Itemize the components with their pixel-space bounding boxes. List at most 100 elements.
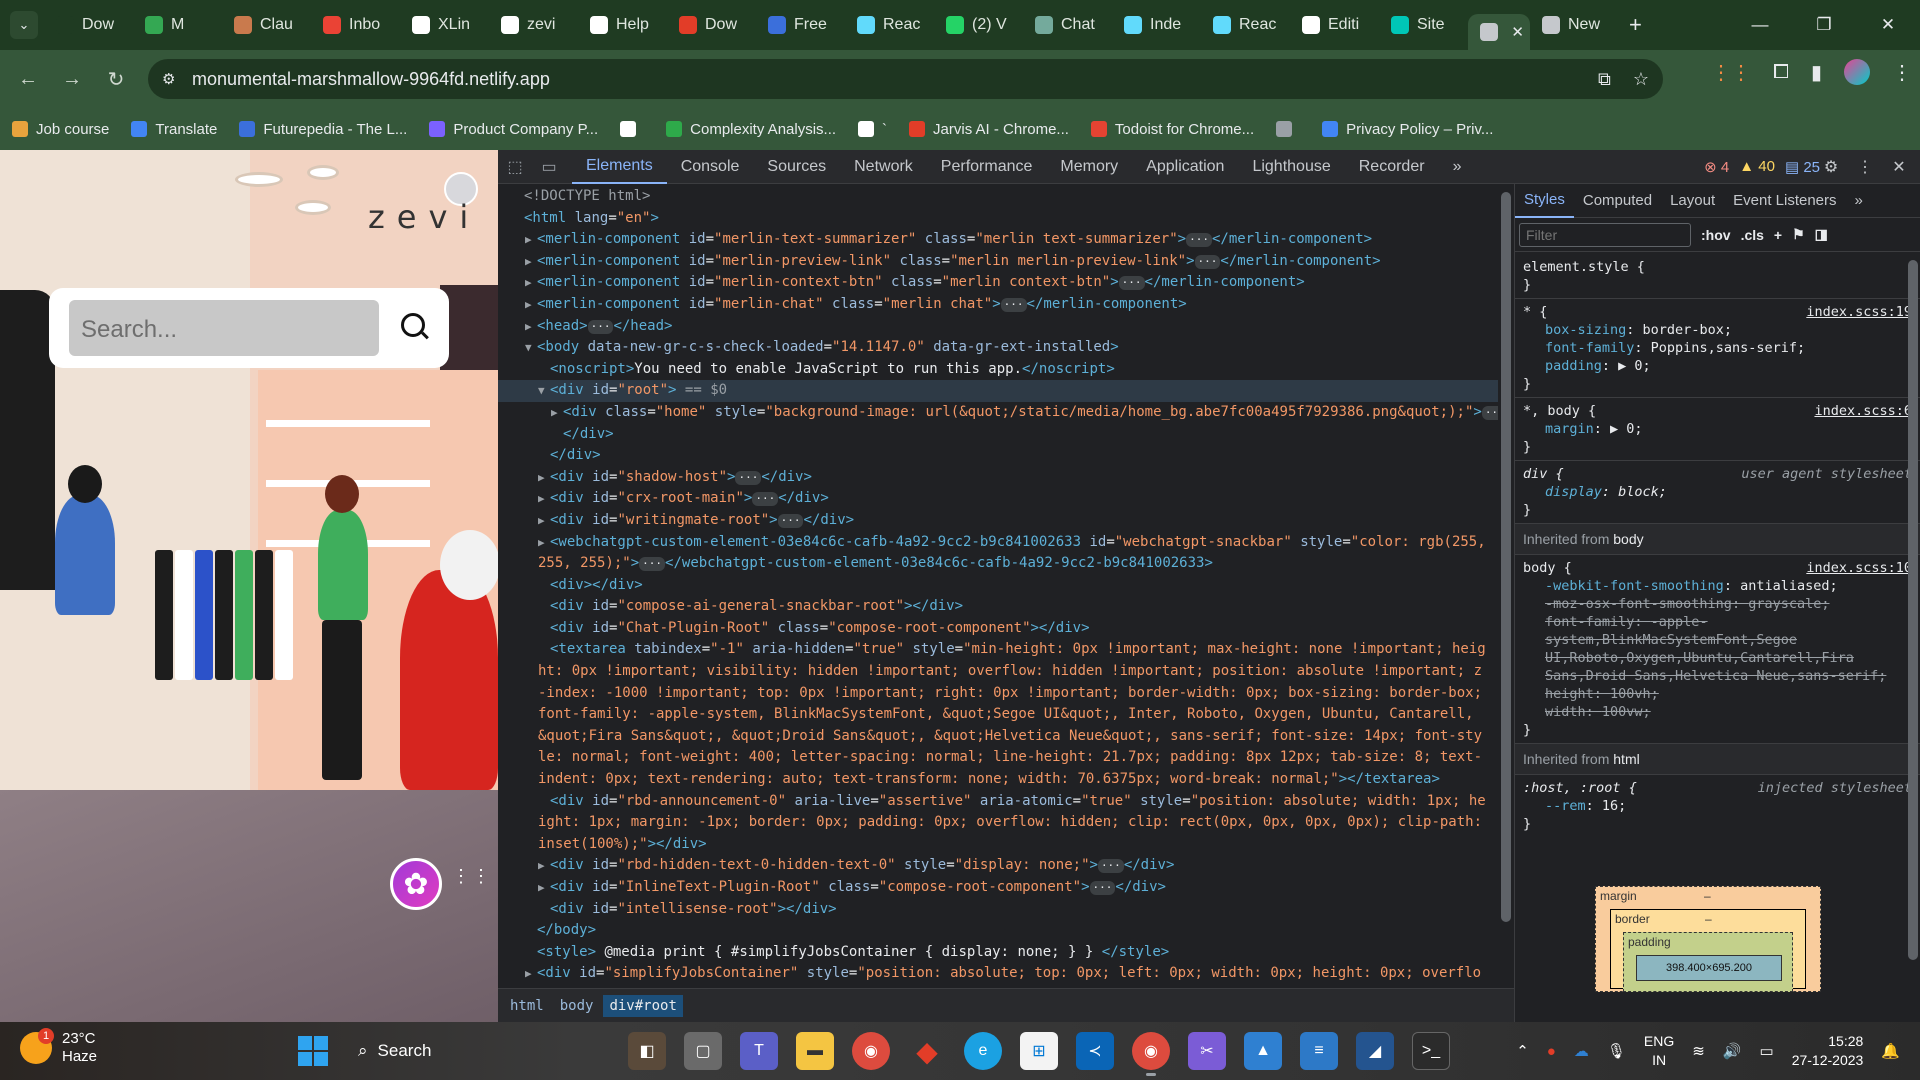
dom-node[interactable]: <html lang="en">: [498, 208, 1498, 230]
close-devtools-icon[interactable]: ✕: [1882, 157, 1916, 177]
url-text[interactable]: monumental-marshmallow-9964fd.netlify.ap…: [192, 69, 550, 90]
teams-icon[interactable]: T: [740, 1032, 778, 1070]
dom-node[interactable]: ▶ <div id="rbd-hidden-text-0-hidden-text-…: [498, 855, 1498, 877]
rule-body[interactable]: body { index.scss:10 -webkit-font-smooth…: [1515, 555, 1920, 744]
css-property[interactable]: padding: ▶ 0;: [1523, 357, 1912, 375]
install-app-icon[interactable]: ⧉: [1598, 69, 1611, 90]
store-icon[interactable]: ⊞: [1020, 1032, 1058, 1070]
vscode-icon[interactable]: ≺: [1076, 1032, 1114, 1070]
security-icon[interactable]: ●: [1547, 1043, 1556, 1060]
devtools-tab-application[interactable]: Application: [1132, 150, 1238, 184]
add-rule-icon[interactable]: +: [1774, 227, 1782, 243]
profile-avatar[interactable]: [1844, 59, 1870, 85]
breadcrumb-item[interactable]: html: [504, 995, 550, 1017]
expand-arrow-icon[interactable]: ▶: [538, 467, 550, 489]
drag-handle-icon[interactable]: ⋮⋮: [452, 867, 492, 885]
dom-node[interactable]: <!DOCTYPE html>: [498, 186, 1498, 208]
bookmark-item[interactable]: Complexity Analysis...: [666, 121, 836, 138]
paint-icon[interactable]: ⚑: [1792, 226, 1805, 243]
browser-tab[interactable]: XLin: [400, 7, 489, 43]
devtools-tab-memory[interactable]: Memory: [1046, 150, 1132, 184]
minimize-icon[interactable]: —: [1728, 0, 1792, 50]
rule-source-link[interactable]: index.scss:10: [1806, 559, 1912, 577]
bookmark-item[interactable]: Product Company P...: [429, 121, 598, 138]
windows-start-icon[interactable]: [298, 1036, 328, 1066]
inherited-target[interactable]: html: [1613, 751, 1639, 767]
dom-node[interactable]: </div>: [498, 424, 1498, 446]
maximize-icon[interactable]: ❐: [1792, 0, 1856, 50]
expand-arrow-icon[interactable]: ▶: [538, 877, 550, 899]
remote-desktop-icon[interactable]: ◢: [1356, 1032, 1394, 1070]
dom-node[interactable]: ▶ <div id="InlineText-Plugin-Root" class=…: [498, 877, 1498, 899]
css-property[interactable]: --rem: 16;: [1523, 797, 1912, 815]
browser-tab[interactable]: Inde: [1112, 7, 1201, 43]
elements-dom-tree[interactable]: <!DOCTYPE html> <html lang="en"> ▶ <merlin-…: [498, 184, 1498, 988]
more-tabs-icon[interactable]: »: [1439, 150, 1476, 184]
css-property[interactable]: margin: ▶ 0;: [1523, 420, 1912, 438]
browser-tab[interactable]: Reac: [845, 7, 934, 43]
rule-source-link[interactable]: index.scss:6: [1814, 402, 1912, 420]
css-property-overridden[interactable]: -moz-osx-font-smoothing: grayscale;: [1523, 595, 1912, 613]
snipping-tool-icon[interactable]: ✂: [1188, 1032, 1226, 1070]
scrollbar-thumb[interactable]: [1908, 260, 1918, 960]
sidebar-toggle-icon[interactable]: ◨: [1815, 226, 1828, 243]
dom-node[interactable]: <style> @media print { #simplifyJobsCont…: [498, 942, 1498, 964]
warning-count[interactable]: ▲ 40: [1739, 158, 1775, 176]
dom-node[interactable]: ▶ <merlin-component id="merlin-text-summa…: [498, 229, 1498, 251]
inspect-element-icon[interactable]: ⬚: [498, 150, 532, 184]
dom-node[interactable]: ▶ <merlin-component id="merlin-chat" clas…: [498, 294, 1498, 316]
browser-tab[interactable]: zevi: [489, 7, 578, 43]
edge-icon[interactable]: e: [964, 1032, 1002, 1070]
chrome-active-icon[interactable]: ◉: [1132, 1032, 1170, 1076]
breadcrumb-item[interactable]: body: [554, 995, 600, 1017]
dom-node[interactable]: <div id="intellisense-root"></div>: [498, 899, 1498, 921]
dom-node[interactable]: ▶ <webchatgpt-custom-element-03e84c6c-caf…: [498, 532, 1498, 575]
css-property-overridden[interactable]: font-family: -apple-system,BlinkMacSyste…: [1523, 613, 1912, 685]
expand-arrow-icon[interactable]: ▶: [551, 402, 563, 424]
browser-tab[interactable]: Reac: [1201, 7, 1290, 43]
dom-node[interactable]: ▶ <div id="shadow-host"> ··· </div>: [498, 467, 1498, 489]
class-toggle[interactable]: .cls: [1741, 227, 1764, 243]
scrollbar-thumb[interactable]: [1501, 192, 1511, 922]
css-property[interactable]: box-sizing: border-box;: [1523, 321, 1912, 339]
expand-arrow-icon[interactable]: ▶: [525, 251, 537, 273]
taskbar-search[interactable]: ⌕ Search: [348, 1032, 558, 1070]
dom-node[interactable]: <div id="rbd-announcement-0" aria-live="…: [498, 791, 1498, 856]
expand-arrow-icon[interactable]: ▶: [525, 963, 537, 985]
browser-tab[interactable]: M: [133, 7, 222, 43]
styles-tab-layout[interactable]: Layout: [1661, 184, 1724, 218]
bookmark-star-icon[interactable]: ☆: [1633, 69, 1649, 90]
collapse-arrow-icon[interactable]: ▼: [525, 337, 537, 359]
css-property-overridden[interactable]: height: 100vh;: [1523, 685, 1912, 703]
rule-source-link[interactable]: index.scss:19: [1806, 303, 1912, 321]
notepad-icon[interactable]: ≡: [1300, 1032, 1338, 1070]
browser-tab[interactable]: Chat: [1023, 7, 1112, 43]
bookmark-item[interactable]: `: [858, 121, 887, 138]
dom-node[interactable]: ▶ <div id="writingmate-root"> ··· </div>: [498, 510, 1498, 532]
flower-assistant-icon[interactable]: ✿: [390, 858, 442, 910]
browser-tab[interactable]: Help: [578, 7, 667, 43]
expand-arrow-icon[interactable]: ▶: [538, 510, 550, 532]
inherited-target[interactable]: body: [1613, 531, 1643, 547]
expand-arrow-icon[interactable]: ▶: [538, 855, 550, 877]
dom-scrollbar[interactable]: [1498, 184, 1514, 988]
dom-node[interactable]: ▼ <body data-new-gr-c-s-check-loaded="14.…: [498, 337, 1498, 359]
browser-tab[interactable]: New: [1530, 7, 1619, 43]
devtools-menu-icon[interactable]: ⋮: [1848, 157, 1882, 177]
search-icon[interactable]: [401, 313, 425, 337]
rule-root[interactable]: :host, :root { injected stylesheet --rem…: [1515, 775, 1920, 837]
css-property-overridden[interactable]: width: 100vw;: [1523, 703, 1912, 721]
browser-tab[interactable]: Inbo: [311, 7, 400, 43]
new-tab-button[interactable]: +: [1629, 12, 1642, 38]
rule-universal-body[interactable]: *, body { index.scss:6 margin: ▶ 0; }: [1515, 398, 1920, 461]
chrome-menu-icon[interactable]: ⋮: [1892, 60, 1912, 85]
dom-node-selected[interactable]: ▼ <div id="root"> == $0: [498, 380, 1498, 402]
styles-filter-input[interactable]: [1519, 222, 1691, 247]
bookmark-item[interactable]: [1276, 121, 1300, 137]
red-diamond-app-icon[interactable]: ◆: [908, 1032, 946, 1070]
reload-icon[interactable]: ↻: [96, 59, 136, 99]
box-content[interactable]: 398.400×695.200: [1636, 955, 1782, 981]
bookmark-item[interactable]: Todoist for Chrome...: [1090, 121, 1254, 138]
dom-node[interactable]: ▶ <div id="crx-root-main"> ··· </div>: [498, 488, 1498, 510]
language-indicator[interactable]: ENG IN: [1644, 1032, 1674, 1070]
